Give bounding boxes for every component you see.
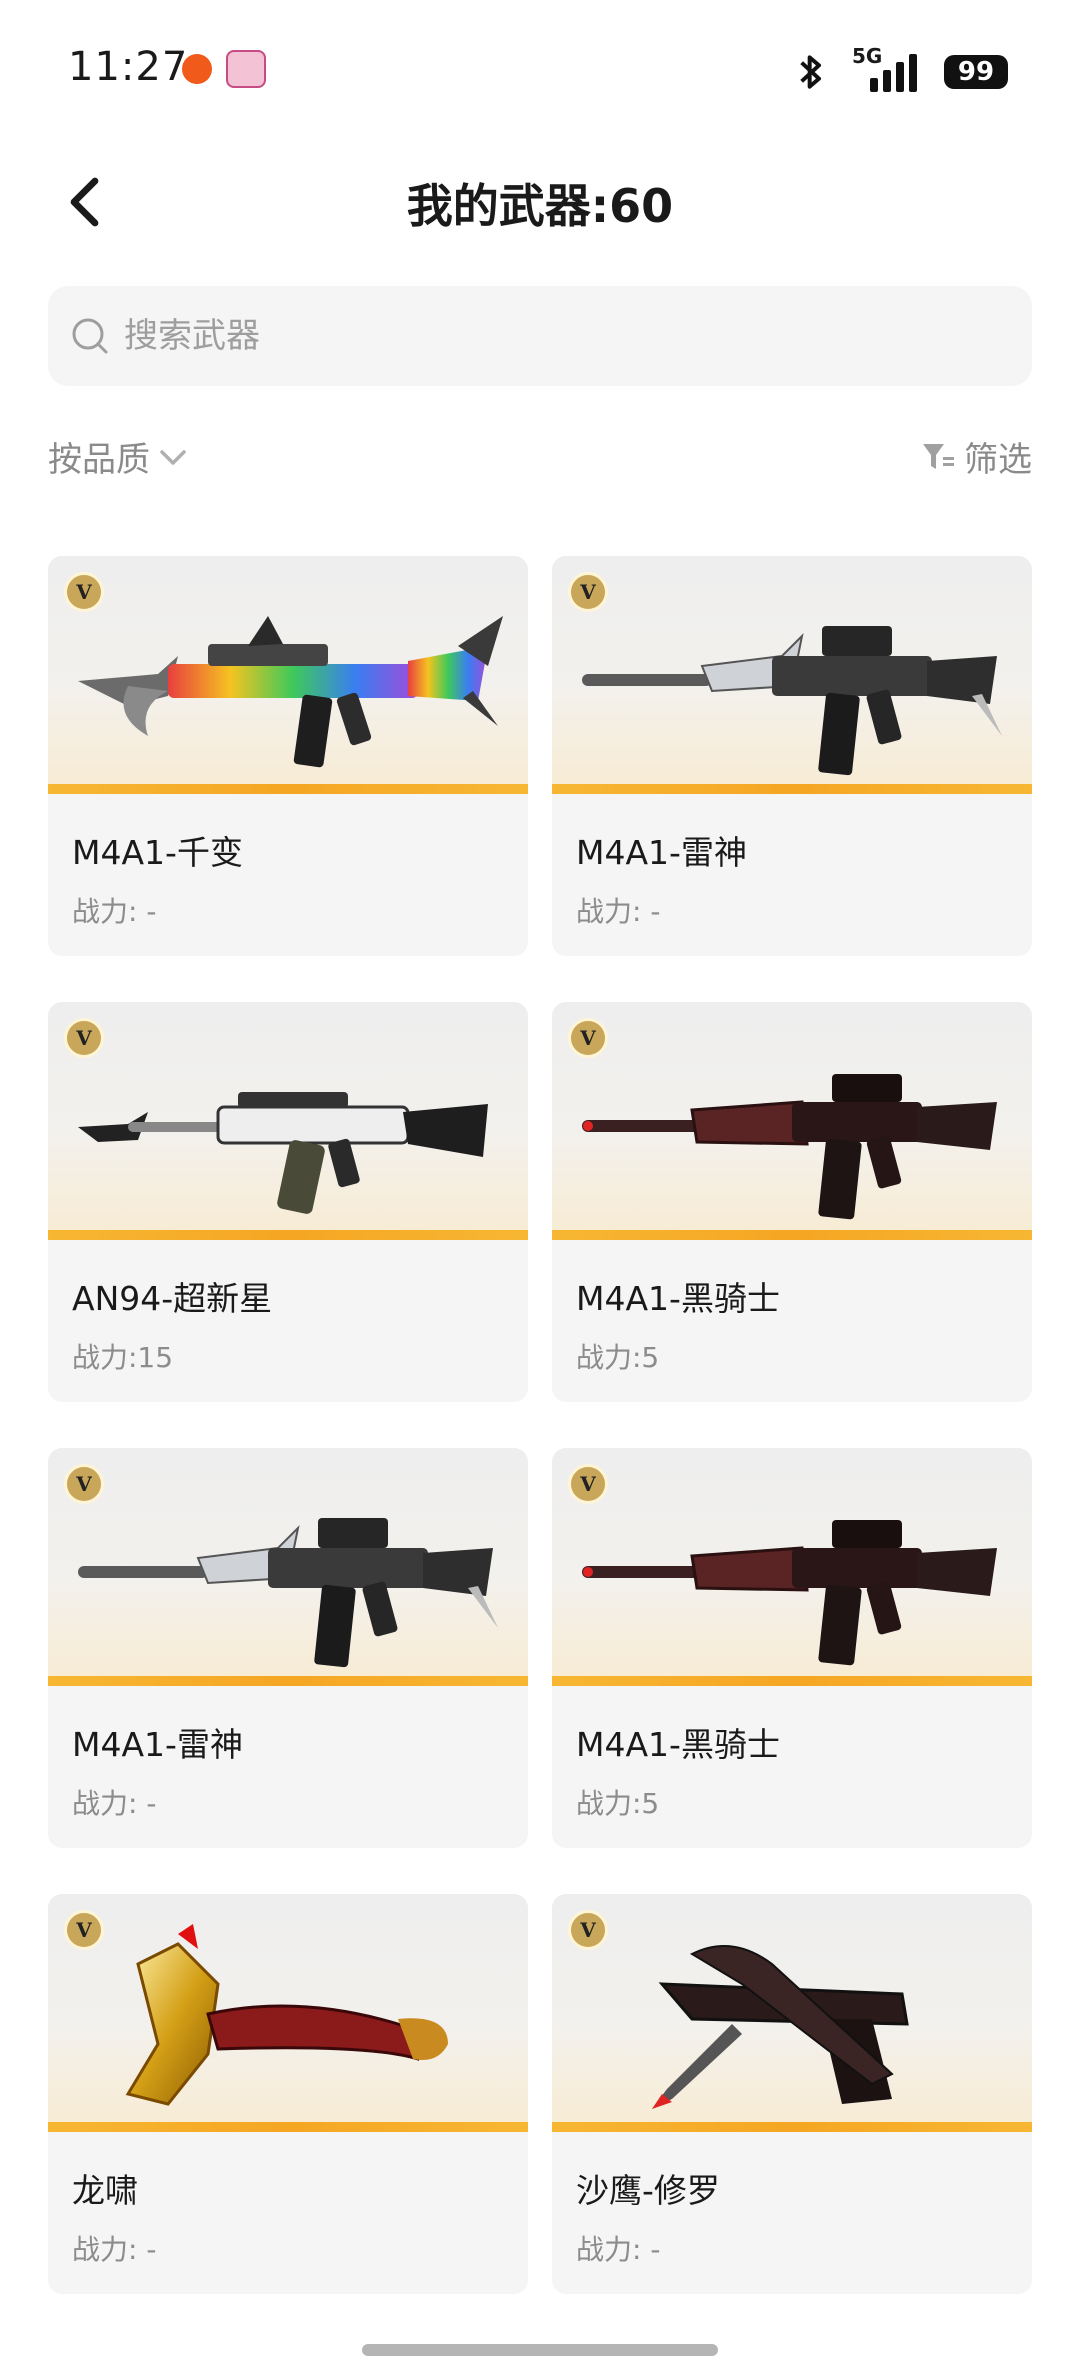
battery-indicator: 99	[944, 55, 1008, 89]
weapon-card[interactable]: V M4A1-千变 战力: -	[48, 556, 528, 956]
weapon-art: V	[552, 1448, 1032, 1686]
sort-by-quality-button[interactable]: 按品质	[48, 432, 190, 481]
app-notification-icon	[182, 54, 212, 84]
weapon-power: 战力: -	[576, 2233, 661, 2266]
axe-gold-dragon-icon	[125, 1924, 448, 2106]
weapon-card[interactable]: V M4A1-雷神 战力: -	[552, 556, 1032, 956]
weapon-name: M4A1-雷神	[72, 1725, 243, 1764]
weapon-art: V	[552, 1002, 1032, 1240]
weapon-power: 战力:5	[576, 1341, 660, 1374]
weapon-power: 战力: -	[576, 895, 661, 928]
weapon-art: V	[552, 556, 1032, 794]
nav-bar: 我的武器:60	[0, 150, 1080, 260]
weapon-name: AN94-超新星	[72, 1279, 273, 1318]
chevron-down-icon	[160, 449, 186, 465]
weapon-art: V	[48, 1894, 528, 2132]
weapon-card[interactable]: V 沙鹰-修罗 战力: -	[552, 1894, 1032, 2294]
search-bar[interactable]	[48, 286, 1032, 386]
weapon-name: M4A1-黑骑士	[576, 1279, 780, 1318]
sort-label: 按品质	[48, 440, 150, 480]
weapon-card[interactable]: V 龙啸 战力: -	[48, 1894, 528, 2294]
weapon-power: 战力:5	[576, 1787, 660, 1820]
weapon-name: M4A1-雷神	[576, 833, 747, 872]
filter-label: 筛选	[964, 440, 1032, 480]
rifle-silver-icon	[78, 1518, 498, 1668]
weapon-art: V	[48, 556, 528, 794]
search-icon	[72, 318, 108, 354]
status-bar: 11:27 5G 99	[0, 0, 1080, 140]
status-time: 11:27	[68, 44, 189, 90]
search-input[interactable]	[124, 316, 984, 356]
weapon-power: 战力:15	[72, 1341, 174, 1374]
weapon-name: 沙鹰-修罗	[576, 2171, 720, 2210]
weapon-grid: V M4A1-千变 战力: - V M4A1-雷神 战力: - V AN94-超…	[48, 556, 1032, 2294]
weapon-power: 战力: -	[72, 895, 157, 928]
weapon-power: 战力: -	[72, 2233, 157, 2266]
rifle-white-icon	[78, 1092, 488, 1214]
rifle-silver-icon	[582, 626, 1002, 776]
weapon-art: V	[48, 1002, 528, 1240]
app-notification-icon	[226, 50, 266, 88]
weapon-name: M4A1-千变	[72, 833, 243, 872]
weapon-card[interactable]: V M4A1-黑骑士 战力:5	[552, 1002, 1032, 1402]
filter-icon	[923, 443, 954, 469]
weapon-art: V	[48, 1448, 528, 1686]
home-indicator[interactable]	[362, 2344, 718, 2356]
pistol-dark-blade-icon	[652, 1945, 909, 2109]
weapon-card[interactable]: V AN94-超新星 战力:15	[48, 1002, 528, 1402]
weapon-art: V	[552, 1894, 1032, 2132]
bluetooth-icon	[800, 55, 821, 89]
rifle-dark-red-icon	[582, 1520, 997, 1666]
filter-button[interactable]: 筛选	[920, 432, 1032, 481]
weapon-card[interactable]: V M4A1-黑骑士 战力:5	[552, 1448, 1032, 1848]
rifle-dark-red-icon	[582, 1074, 997, 1220]
signal-icon: 5G	[846, 44, 926, 94]
page-title: 我的武器:60	[406, 179, 674, 233]
weapon-power: 战力: -	[72, 1787, 157, 1820]
weapon-name: M4A1-黑骑士	[576, 1725, 780, 1764]
rifle-rainbow-icon	[78, 616, 503, 768]
weapon-name: 龙啸	[72, 2171, 138, 2210]
weapon-card[interactable]: V M4A1-雷神 战力: -	[48, 1448, 528, 1848]
